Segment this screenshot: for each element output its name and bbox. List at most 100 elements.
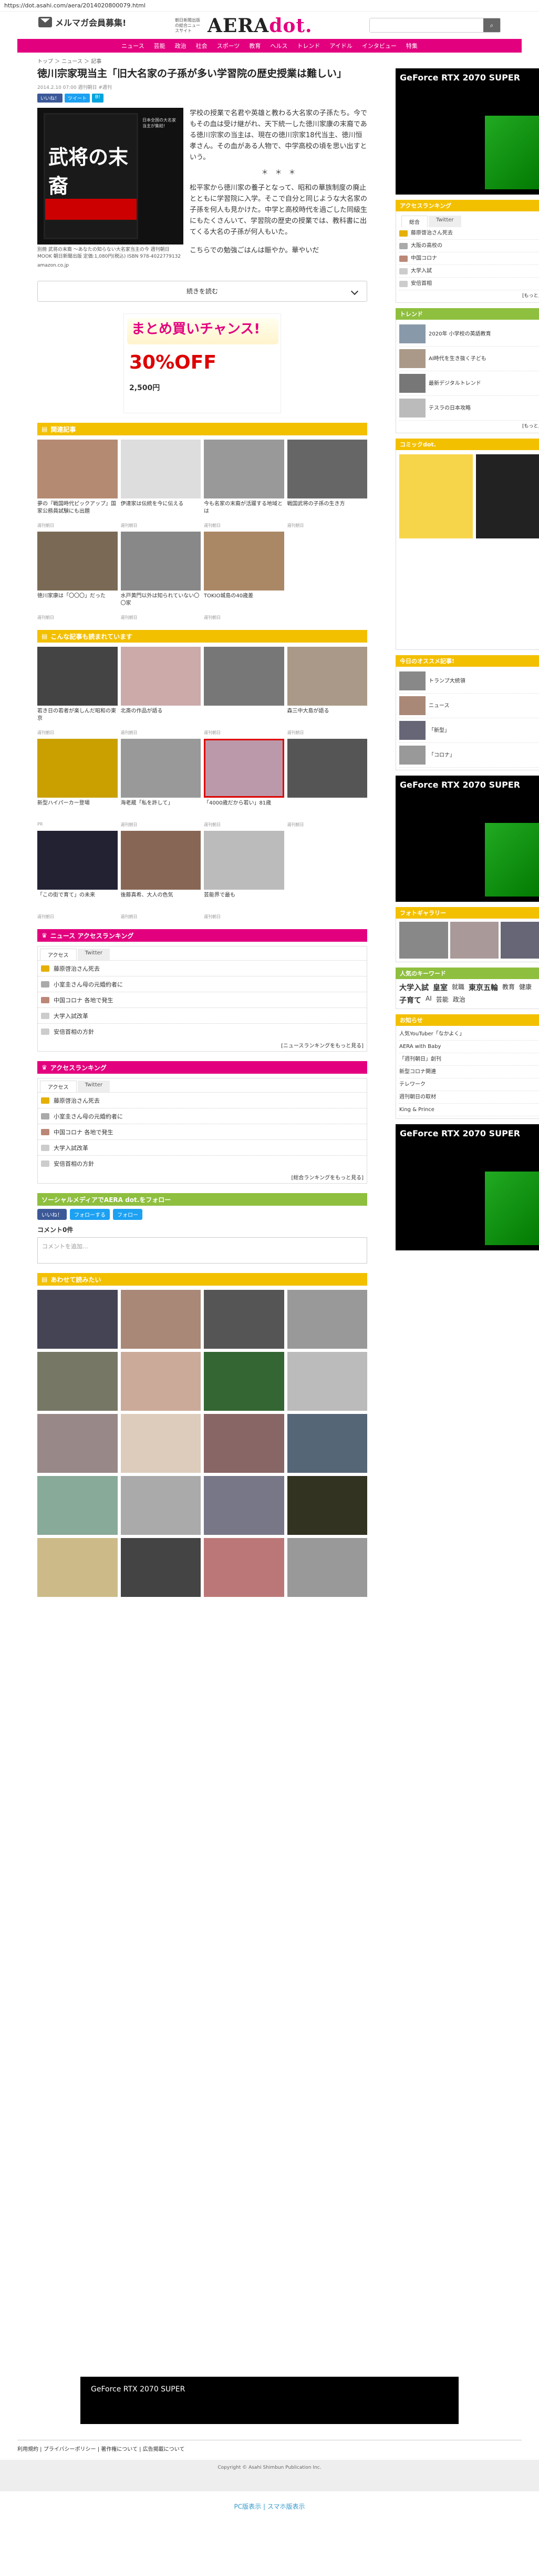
ranking-row[interactable]: 大学入試改革 bbox=[38, 1007, 367, 1023]
trend-item[interactable]: AI時代を生き抜く子ども bbox=[399, 347, 539, 371]
notice-item[interactable]: King & Prince bbox=[399, 1104, 539, 1116]
url-bar[interactable]: https://dot.asahi.com/aera/2014020800079… bbox=[0, 0, 539, 12]
sidebar-ad-3[interactable]: GeForce RTX 2070 SUPER bbox=[396, 1124, 539, 1250]
more-card[interactable] bbox=[287, 1538, 367, 1597]
more-card[interactable] bbox=[204, 1538, 284, 1597]
trend-item[interactable]: 最新デジタルトレンド bbox=[399, 371, 539, 396]
more-card[interactable] bbox=[287, 1476, 367, 1535]
tweet-button[interactable]: ツイート bbox=[65, 94, 90, 103]
ranking-row[interactable]: 安倍首相の方針 bbox=[38, 1155, 367, 1171]
ranking-row[interactable]: 藤原啓治さん死去 bbox=[38, 960, 367, 976]
article-image[interactable]: 武将の末裔 日本全国の大名家当主が集結! bbox=[37, 108, 183, 245]
more-card[interactable] bbox=[37, 1414, 118, 1473]
more-card[interactable] bbox=[204, 1414, 284, 1473]
related-card[interactable]: 戦国武将の子孫の生き方 週刊朝日 bbox=[287, 440, 367, 528]
ranking-row[interactable]: 藤原啓治さん死去 bbox=[399, 227, 539, 240]
ranking-row[interactable]: 大学入試 bbox=[399, 265, 539, 278]
more-card[interactable] bbox=[287, 1290, 367, 1349]
hatena-button[interactable]: B! bbox=[92, 94, 103, 103]
ranking-row[interactable]: 中国コロナ bbox=[399, 252, 539, 265]
more-card[interactable] bbox=[287, 1352, 367, 1411]
advertisement[interactable]: まとめ買いチャンス! 30%OFF 2,500円 bbox=[123, 313, 281, 413]
footer-links[interactable]: 利用規約 | プライバシーポリシー | 著作権について | 広告掲載について bbox=[17, 2440, 522, 2452]
facebook-follow-button[interactable]: いいね！ bbox=[37, 1209, 67, 1220]
notice-item[interactable]: 週刊朝日の取材 bbox=[399, 1091, 539, 1104]
more-card[interactable] bbox=[37, 1352, 118, 1411]
tab-access[interactable]: アクセス bbox=[40, 949, 77, 960]
ranking-row[interactable]: 大阪の高校の bbox=[399, 240, 539, 252]
more-card[interactable] bbox=[37, 1538, 118, 1597]
facebook-like-button[interactable]: いいね！ bbox=[37, 94, 63, 103]
tag[interactable]: 東京五輪 bbox=[469, 982, 498, 993]
related-card[interactable]: 徳川家康は「〇〇〇」だった 週刊朝日 bbox=[37, 532, 118, 620]
read-more-button[interactable]: 続きを読む bbox=[37, 281, 367, 302]
ranking-more-link[interactable]: [総合ランキングをもっと見る] bbox=[38, 1171, 367, 1183]
twitter-follow-button[interactable]: フォローする bbox=[70, 1209, 110, 1220]
recommend-card[interactable]: 「この街で育て」の未来 週刊朝日 bbox=[37, 831, 118, 920]
tab-twitter[interactable]: Twitter bbox=[77, 949, 110, 960]
more-card[interactable] bbox=[37, 1476, 118, 1535]
tab-access[interactable]: アクセス bbox=[40, 1081, 77, 1092]
notice-item[interactable]: 「週刊朝日」創刊 bbox=[399, 1053, 539, 1066]
recommend-card[interactable]: 週刊朝日 bbox=[204, 647, 284, 736]
ranking-row[interactable]: 大学入試改革 bbox=[38, 1139, 367, 1155]
nav-item[interactable]: トレンド bbox=[297, 42, 320, 50]
nav-item[interactable]: ニュース bbox=[121, 42, 144, 50]
ranking-row[interactable]: 小室圭さん母の元婚約者に bbox=[38, 976, 367, 992]
notice-item[interactable]: テレワーク bbox=[399, 1078, 539, 1091]
tag[interactable]: AI bbox=[426, 995, 432, 1005]
search-input[interactable] bbox=[370, 18, 483, 32]
photo-thumb[interactable] bbox=[501, 922, 539, 959]
more-card[interactable] bbox=[120, 1538, 201, 1597]
view-switch[interactable]: PC版表示 | スマホ版表示 bbox=[0, 2502, 539, 2511]
recommend-card[interactable]: 森三中大島が語る 週刊朝日 bbox=[287, 647, 367, 736]
notice-item[interactable]: 新型コロナ関連 bbox=[399, 1066, 539, 1078]
photo-thumb[interactable] bbox=[399, 922, 448, 959]
more-card[interactable] bbox=[120, 1352, 201, 1411]
notice-item[interactable]: 人気YouTuber「なかよく」 bbox=[399, 1028, 539, 1041]
tag[interactable]: 大学入試 bbox=[399, 982, 429, 993]
recommend-card[interactable]: 北斎の作品が語る 週刊朝日 bbox=[120, 647, 201, 736]
tab-twitter[interactable]: Twitter bbox=[429, 216, 461, 227]
comic-cover[interactable] bbox=[476, 454, 539, 538]
twitter-follow-button-2[interactable]: フォロー bbox=[113, 1209, 142, 1220]
related-card[interactable]: 夢の『戦国時代ピックアップ』国家公務員試験にも出題 週刊朝日 bbox=[37, 440, 118, 528]
more-card[interactable] bbox=[204, 1352, 284, 1411]
more-card[interactable] bbox=[204, 1476, 284, 1535]
tab-twitter[interactable]: Twitter bbox=[77, 1081, 110, 1092]
mail-magazine-button[interactable]: メルマガ会員募集! bbox=[38, 16, 126, 28]
more-card[interactable] bbox=[287, 1414, 367, 1473]
footer-banner[interactable]: GeForce RTX 2070 SUPER bbox=[80, 2377, 459, 2424]
comment-input[interactable]: コメントを追加... bbox=[37, 1237, 367, 1264]
tag[interactable]: 健康 bbox=[519, 982, 532, 993]
ranking-row[interactable]: 安倍首相 bbox=[399, 278, 539, 290]
recommend-card[interactable]: 芸能界で最も 週刊朝日 bbox=[204, 831, 284, 920]
nav-item[interactable]: ヘルス bbox=[270, 42, 287, 50]
more-link[interactable]: [もっと見る] bbox=[399, 421, 539, 431]
image-source[interactable]: amazon.co.jp bbox=[37, 262, 183, 269]
nav-item[interactable]: 特集 bbox=[406, 42, 418, 50]
ranking-row[interactable]: 中国コロナ 各地で発生 bbox=[38, 1124, 367, 1139]
notice-item[interactable]: AERA with Baby bbox=[399, 1041, 539, 1053]
search-icon[interactable]: ⌕ bbox=[483, 18, 500, 32]
recommend-card[interactable]: 若き日の若者が楽しんだ昭和の東京 週刊朝日 bbox=[37, 647, 118, 736]
tag[interactable]: 芸能 bbox=[436, 995, 449, 1005]
more-card[interactable] bbox=[120, 1414, 201, 1473]
site-logo[interactable]: 朝日新聞出版の総合ニュースサイト AERAdot. bbox=[175, 15, 313, 37]
tag[interactable]: 政治 bbox=[453, 995, 465, 1005]
nav-item[interactable]: インタビュー bbox=[362, 42, 397, 50]
related-card[interactable]: 水戸黄門以外は知られていない〇〇家 週刊朝日 bbox=[120, 532, 201, 620]
more-link[interactable]: [もっと見る] bbox=[399, 290, 539, 300]
breadcrumb[interactable]: トップ ＞ ニュース ＞ 記事 bbox=[37, 57, 367, 65]
nav-item[interactable]: 社会 bbox=[196, 42, 208, 50]
tag[interactable]: 子育て bbox=[399, 995, 421, 1005]
recommend-card[interactable]: 「4000歳だから若い」81歳 週刊朝日 bbox=[204, 739, 284, 828]
tag[interactable]: 教育 bbox=[502, 982, 515, 993]
nav-item[interactable]: 政治 bbox=[175, 42, 186, 50]
more-card[interactable] bbox=[204, 1290, 284, 1349]
ranking-row[interactable]: 中国コロナ 各地で発生 bbox=[38, 992, 367, 1007]
pick-item[interactable]: トランプ大統領 bbox=[399, 669, 539, 694]
recommend-card[interactable]: 後藤真希、大人の色気 週刊朝日 bbox=[120, 831, 201, 920]
ranking-row[interactable]: 安倍首相の方針 bbox=[38, 1023, 367, 1039]
related-card[interactable]: 伊達家は伝統を今に伝える 週刊朝日 bbox=[120, 440, 201, 528]
